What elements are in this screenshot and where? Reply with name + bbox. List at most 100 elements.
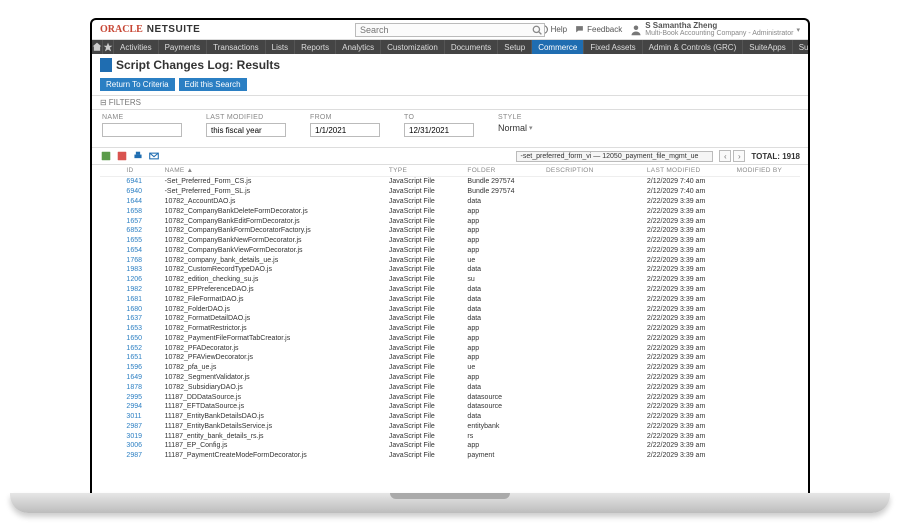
nav-tab-transactions[interactable]: Transactions xyxy=(207,40,266,54)
filter-lastmod-input[interactable] xyxy=(206,123,286,137)
table-row[interactable]: 165210782_PFADecorator.jsJavaScript File… xyxy=(100,343,800,353)
row-id-link[interactable]: 1983 xyxy=(126,266,142,273)
table-row[interactable]: 6941-Set_Preferred_Form_CS.jsJavaScript … xyxy=(100,177,800,187)
row-id[interactable]: 6852 xyxy=(122,226,160,236)
row-id[interactable]: 1681 xyxy=(122,294,160,304)
row-id[interactable]: 1637 xyxy=(122,314,160,324)
export-csv-icon[interactable] xyxy=(100,150,112,162)
table-row[interactable]: 163710782_FormatDetailDAO.jsJavaScript F… xyxy=(100,314,800,324)
table-row[interactable]: 165110782_PFAViewDecorator.jsJavaScript … xyxy=(100,353,800,363)
row-id-link[interactable]: 1637 xyxy=(126,315,142,322)
row-id-link[interactable]: 6941 xyxy=(126,178,142,185)
chevron-down-icon[interactable]: ▾ xyxy=(529,124,533,132)
col-header[interactable]: LAST MODIFIED xyxy=(643,165,733,177)
table-row[interactable]: 165410782_CompanyBankViewFormDecorator.j… xyxy=(100,245,800,255)
table-row[interactable]: 187810782_SubsidiaryDAO.jsJavaScript Fil… xyxy=(100,382,800,392)
col-header[interactable]: ID xyxy=(122,165,160,177)
view-selector[interactable]: -set_preferred_form_vi — 12050_payment_f… xyxy=(516,151,714,162)
table-row[interactable]: 165010782_PaymentFileFormatTabCreator.js… xyxy=(100,334,800,344)
nav-tab-support[interactable]: Support xyxy=(793,40,810,54)
row-id-link[interactable]: 3011 xyxy=(126,413,141,420)
nav-tab-payments[interactable]: Payments xyxy=(159,40,208,54)
row-id-link[interactable]: 1644 xyxy=(126,198,142,205)
row-id-link[interactable]: 1681 xyxy=(126,296,142,303)
nav-tab-customization[interactable]: Customization xyxy=(381,40,445,54)
row-id-link[interactable]: 1768 xyxy=(126,257,142,264)
table-row[interactable]: 165810782_CompanyBankDeleteFormDecorator… xyxy=(100,206,800,216)
nav-tab-lists[interactable]: Lists xyxy=(266,40,295,54)
table-row[interactable]: 298711187_PaymentCreateModeFormDecorator… xyxy=(100,451,800,461)
filter-from-input[interactable] xyxy=(310,123,380,137)
row-id[interactable]: 1654 xyxy=(122,245,160,255)
nav-tab-reports[interactable]: Reports xyxy=(295,40,336,54)
row-id-link[interactable]: 1982 xyxy=(126,286,142,293)
prev-page-button[interactable]: ‹ xyxy=(719,150,731,162)
row-id[interactable]: 2995 xyxy=(122,392,160,402)
table-row[interactable]: 298711187_EntityBankDetailsService.jsJav… xyxy=(100,422,800,432)
row-id[interactable]: 1657 xyxy=(122,216,160,226)
search-input[interactable] xyxy=(355,23,545,37)
table-row[interactable]: 120610782_edition_checking_su.jsJavaScri… xyxy=(100,275,800,285)
table-row[interactable]: 198310782_CustomRecordTypeDAO.jsJavaScri… xyxy=(100,265,800,275)
table-row[interactable]: 198210782_EPPreferenceDAO.jsJavaScript F… xyxy=(100,285,800,295)
col-header[interactable] xyxy=(100,165,122,177)
col-header[interactable]: FOLDER xyxy=(463,165,542,177)
row-id-link[interactable]: 1655 xyxy=(126,237,142,244)
row-id[interactable]: 1596 xyxy=(122,363,160,373)
row-id-link[interactable]: 1658 xyxy=(126,208,142,215)
row-id-link[interactable]: 2987 xyxy=(126,452,142,459)
row-id[interactable]: 6941 xyxy=(122,177,160,187)
table-row[interactable]: 301911187_entity_bank_details_rs.jsJavaS… xyxy=(100,431,800,441)
row-id-link[interactable]: 1651 xyxy=(126,354,142,361)
return-to-criteria-button[interactable]: Return To Criteria xyxy=(100,78,175,91)
row-id[interactable]: 1650 xyxy=(122,334,160,344)
edit-this-search-button[interactable]: Edit this Search xyxy=(179,78,247,91)
row-id[interactable]: 2987 xyxy=(122,451,160,461)
row-id-link[interactable]: 1596 xyxy=(126,364,142,371)
filters-header[interactable]: ⊟ FILTERS xyxy=(92,95,808,110)
nav-tab-setup[interactable]: Setup xyxy=(498,40,532,54)
row-id-link[interactable]: 6852 xyxy=(126,227,142,234)
row-id[interactable]: 1878 xyxy=(122,382,160,392)
filter-to-input[interactable] xyxy=(404,123,474,137)
row-id[interactable]: 1680 xyxy=(122,304,160,314)
row-id-link[interactable]: 3019 xyxy=(126,433,142,440)
nav-tab-fixed-assets[interactable]: Fixed Assets xyxy=(584,40,642,54)
next-page-button[interactable]: › xyxy=(733,150,745,162)
table-row[interactable]: 159610782_pfa_ue.jsJavaScript Fileue2/22… xyxy=(100,363,800,373)
nav-tab-analytics[interactable]: Analytics xyxy=(336,40,381,54)
nav-tab-commerce[interactable]: Commerce xyxy=(532,40,584,54)
table-row[interactable]: 168110782_FileFormatDAO.jsJavaScript Fil… xyxy=(100,294,800,304)
row-id[interactable]: 1658 xyxy=(122,206,160,216)
row-id[interactable]: 2994 xyxy=(122,402,160,412)
search-icon[interactable] xyxy=(531,24,543,36)
table-row[interactable]: 164410782_AccountDAO.jsJavaScript Fileda… xyxy=(100,197,800,207)
row-id-link[interactable]: 1652 xyxy=(126,345,142,352)
col-header[interactable]: NAME ▲ xyxy=(161,165,385,177)
col-header[interactable]: DESCRIPTION xyxy=(542,165,643,177)
table-row[interactable]: 685210782_CompanyBankFormDecoratorFactor… xyxy=(100,226,800,236)
row-id[interactable]: 1768 xyxy=(122,255,160,265)
table-row[interactable]: 299411187_EFTDataSource.jsJavaScript Fil… xyxy=(100,402,800,412)
email-icon[interactable] xyxy=(148,150,160,162)
row-id-link[interactable]: 2987 xyxy=(126,423,142,430)
row-id[interactable]: 1652 xyxy=(122,343,160,353)
print-icon[interactable] xyxy=(132,150,144,162)
col-header[interactable]: TYPE xyxy=(385,165,464,177)
row-id-link[interactable]: 1657 xyxy=(126,218,142,225)
table-row[interactable]: 6940-Set_Preferred_Form_SL.jsJavaScript … xyxy=(100,187,800,197)
table-row[interactable]: 301111187_EntityBankDetailsDAO.jsJavaScr… xyxy=(100,412,800,422)
filter-style-value[interactable]: Normal xyxy=(498,123,527,133)
row-id[interactable]: 3011 xyxy=(122,412,160,422)
table-row[interactable]: 168010782_FolderDAO.jsJavaScript Filedat… xyxy=(100,304,800,314)
table-row[interactable]: 165510782_CompanyBankNewFormDecorator.js… xyxy=(100,236,800,246)
row-id[interactable]: 1983 xyxy=(122,265,160,275)
row-id[interactable]: 1655 xyxy=(122,236,160,246)
row-id-link[interactable]: 1206 xyxy=(126,276,142,283)
row-id-link[interactable]: 3006 xyxy=(126,442,142,449)
nav-tab-documents[interactable]: Documents xyxy=(445,40,498,54)
table-row[interactable]: 299511187_DDDataSource.jsJavaScript File… xyxy=(100,392,800,402)
row-id[interactable]: 2987 xyxy=(122,422,160,432)
table-row[interactable]: 176810782_company_bank_details_ue.jsJava… xyxy=(100,255,800,265)
row-id[interactable]: 3019 xyxy=(122,431,160,441)
